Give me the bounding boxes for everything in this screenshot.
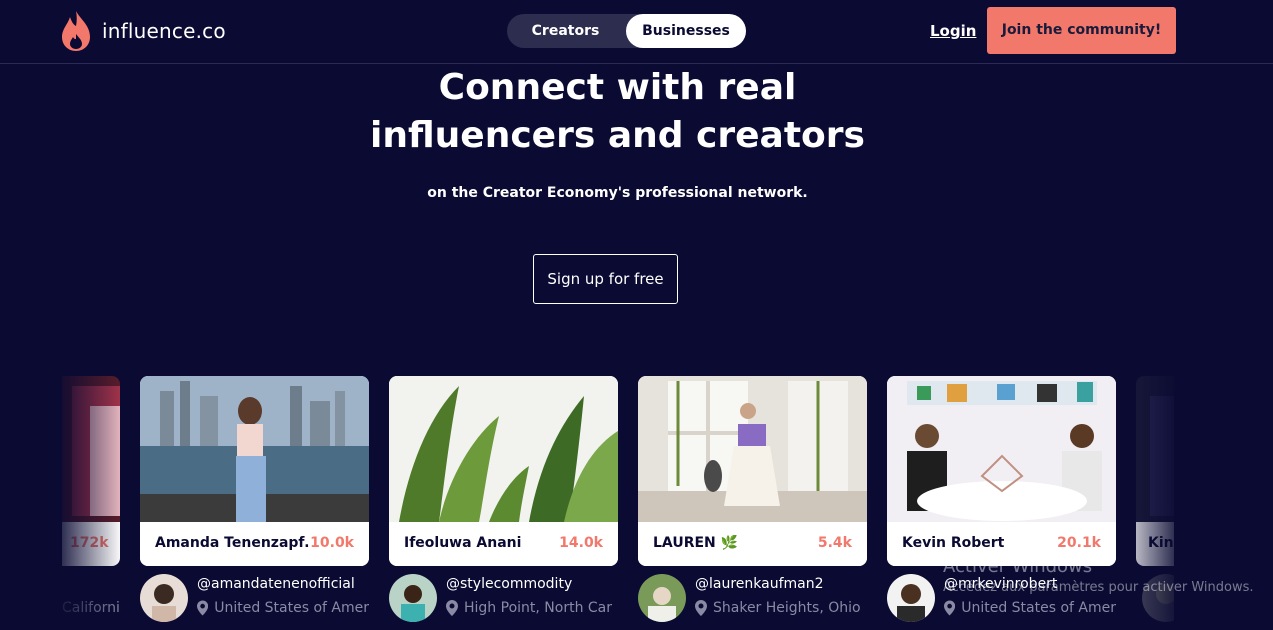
creator-meta: @amandatenenofficial United States of Am…: [140, 572, 380, 624]
brand-logo[interactable]: influence.co: [60, 10, 226, 52]
follower-count: 10.0k: [310, 535, 354, 551]
creator-name: Kevin Robert: [902, 535, 1005, 551]
creator-location-text: Shaker Heights, Ohio: [713, 600, 861, 616]
avatar[interactable]: [389, 574, 437, 622]
creator-card[interactable]: Kevin Robert 20.1k: [887, 376, 1116, 566]
audience-toggle: Creators Businesses: [507, 14, 746, 48]
creator-meta: @stylecommodity High Point, North Car: [389, 572, 629, 624]
creator-name: LAUREN 🌿: [653, 535, 739, 551]
hero-title-line-2: influencers and creators: [370, 115, 865, 156]
creator-card[interactable]: LAUREN 🌿 5.4k: [638, 376, 867, 566]
hero-title: Connect with real influencers and creato…: [0, 64, 1235, 160]
top-navigation-bar: influence.co Creators Businesses Login J…: [0, 0, 1273, 64]
avatar[interactable]: [140, 574, 188, 622]
creator-location-text: High Point, North Car: [464, 600, 613, 616]
brand-name: influence.co: [102, 19, 226, 43]
city-waterfront-photo: [140, 376, 369, 522]
creator-meta: @laurenkaufman2 Shaker Heights, Ohio: [638, 572, 878, 624]
flame-logo-icon: [62, 11, 90, 51]
creator-card-partial-right[interactable]: Kin: [1136, 376, 1174, 566]
card-info: LAUREN 🌿 5.4k: [638, 522, 867, 566]
creator-location: United States of Amer: [944, 600, 1116, 616]
follower-count: 20.1k: [1057, 535, 1101, 551]
creator-location-text: United States of Amer: [214, 600, 369, 616]
podcast-studio-photo: [887, 376, 1116, 522]
creator-handle[interactable]: @stylecommodity: [446, 576, 572, 592]
card-info: Ifeoluwa Anani 14.0k: [389, 522, 618, 566]
follower-count: 5.4k: [817, 535, 852, 551]
creator-location-text: United States of Amer: [961, 600, 1116, 616]
toggle-businesses[interactable]: Businesses: [626, 14, 746, 48]
creator-location: High Point, North Car: [446, 600, 618, 616]
creator-card[interactable]: Ifeoluwa Anani 14.0k: [389, 376, 618, 566]
hero-title-line-1: Connect with real: [438, 67, 797, 108]
creator-location: United States of Amer: [197, 600, 369, 616]
creator-handle[interactable]: @laurenkaufman2: [695, 576, 824, 592]
creator-name: Ifeoluwa Anani: [404, 535, 522, 551]
join-community-button[interactable]: Join the community!: [987, 7, 1176, 54]
map-pin-icon: [446, 600, 458, 616]
toggle-creators[interactable]: Creators: [513, 14, 618, 48]
creator-location: Shaker Heights, Ohio: [695, 600, 867, 616]
partial-right-name: Kin: [1148, 535, 1174, 551]
window-cat-photo: [638, 376, 867, 522]
windows-activation-watermark-title: Activer Windows: [943, 556, 1093, 577]
hero-subtitle: on the Creator Economy's professional ne…: [427, 185, 808, 201]
follower-count: 14.0k: [559, 535, 603, 551]
creator-handle[interactable]: @amandatenenofficial: [197, 576, 355, 592]
map-pin-icon: [197, 600, 209, 616]
login-link[interactable]: Login: [930, 22, 976, 40]
avatar[interactable]: [887, 574, 935, 622]
snake-plant-photo: [389, 376, 618, 522]
partial-left-location: Californi: [62, 600, 120, 616]
creator-name: Amanda Tenenzapf…: [155, 535, 310, 551]
map-pin-icon: [944, 600, 956, 616]
partial-left-count: 172k: [70, 535, 109, 551]
avatar[interactable]: [638, 574, 686, 622]
creator-card[interactable]: Amanda Tenenzapf… 10.0k: [140, 376, 369, 566]
map-pin-icon: [695, 600, 707, 616]
card-info: Amanda Tenenzapf… 10.0k: [140, 522, 369, 566]
windows-activation-watermark-text: Accédez aux paramètres pour activer Wind…: [943, 580, 1254, 595]
sign-up-button[interactable]: Sign up for free: [533, 254, 678, 304]
creator-card-partial-left[interactable]: 172k: [62, 376, 120, 566]
